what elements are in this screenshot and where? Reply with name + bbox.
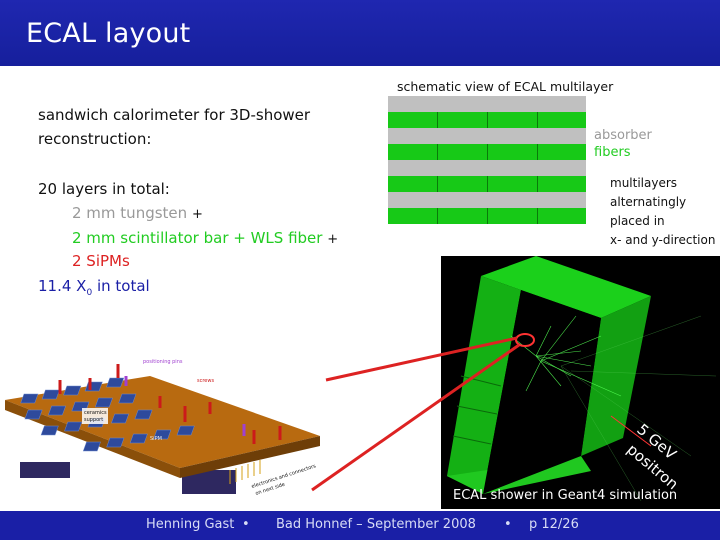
layers-total: 20 layers in total:: [38, 180, 170, 198]
fiber-layer: [388, 144, 586, 160]
tungsten-text: 2 mm tungsten: [72, 204, 188, 222]
scintillator-text: 2 mm scintillator bar + WLS fiber: [72, 229, 323, 247]
multilayer-note-4: x- and y-direction: [610, 233, 716, 247]
schematic-title: schematic view of ECAL multilayer: [397, 79, 614, 94]
footer-bar: Henning Gast • Bad Honnef – September 20…: [0, 511, 720, 540]
absorber-layer: [388, 160, 586, 176]
intro-line-1: sandwich calorimeter for 3D-shower: [38, 106, 311, 124]
fiber-layer: [388, 208, 586, 224]
sipms-line: 2 SiPMs: [72, 252, 130, 270]
ceramics-label: ceramics: [84, 410, 107, 416]
tungsten-plus: +: [191, 207, 203, 222]
multilayer-note-3: placed in: [610, 214, 665, 228]
fiber-layer: [388, 176, 586, 192]
footer-separator: •: [242, 517, 250, 532]
tungsten-line: 2 mm tungsten +: [72, 204, 203, 224]
title-bar: ECAL layout: [0, 0, 720, 66]
scintillator-plus: +: [327, 232, 339, 247]
support-label: support: [84, 417, 103, 423]
fibers-label: fibers: [594, 145, 631, 160]
footer-author: Henning Gast: [146, 517, 235, 532]
intro-line-2: reconstruction:: [38, 130, 152, 148]
absorber-label: absorber: [594, 128, 652, 143]
electronics-board-illustration: positioning pins screws ceramics support…: [5, 359, 320, 497]
radiation-length-line: 11.4 X0 in total: [38, 277, 150, 302]
absorber-layer: [388, 128, 586, 144]
absorber-layer: [388, 192, 586, 208]
geant4-simulation-image: 5 GeV positron ECAL shower in Geant4 sim…: [441, 256, 720, 509]
screws-label: screws: [197, 378, 214, 384]
scintillator-line: 2 mm scintillator bar + WLS fiber +: [72, 229, 338, 249]
x0-prefix: 11.4 X: [38, 277, 87, 295]
footer-page-number: p 12/26: [529, 517, 579, 532]
multilayer-note-1: multilayers: [610, 176, 678, 190]
positioning-pins-label: positioning pins: [143, 359, 183, 365]
footer-separator: •: [504, 517, 512, 532]
absorber-layer: [388, 96, 586, 112]
multilayer-note-2: alternatingly: [610, 195, 687, 209]
slide-title: ECAL layout: [26, 18, 191, 49]
footer-venue: Bad Honnef – September 2008: [276, 517, 476, 532]
fiber-layer: [388, 112, 586, 128]
simulation-caption: ECAL shower in Geant4 simulation: [453, 488, 678, 503]
x0-suffix: in total: [92, 277, 150, 295]
sipm-board-label: SiPM: [150, 436, 162, 442]
